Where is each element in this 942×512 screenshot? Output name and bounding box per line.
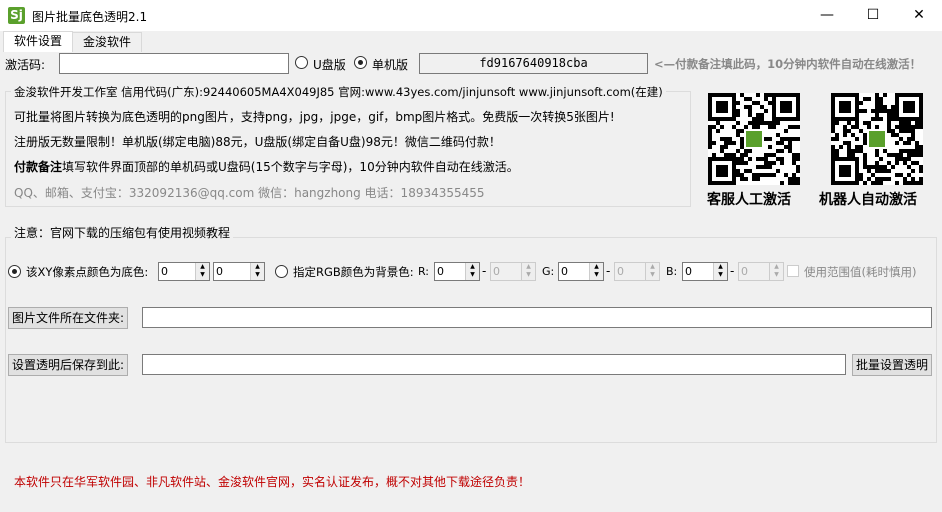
activation-code-input[interactable] (59, 53, 289, 74)
save-folder-button[interactable]: 设置透明后保存到此: (8, 354, 129, 376)
rgb-radio[interactable] (275, 265, 288, 278)
info-legend: 金浚软件开发工作室 信用代码(广东):92440605MA4X049J85 官网… (11, 84, 666, 100)
b-max-stepper[interactable]: 0 ▲ ▼ (738, 262, 784, 281)
r-min-stepper[interactable]: 0 ▲ ▼ (434, 262, 480, 281)
x-stepper[interactable]: 0 ▲ ▼ (158, 262, 210, 281)
r-max-stepper[interactable]: 0 ▲ ▼ (490, 262, 536, 281)
qr-code-robot (831, 93, 923, 185)
batch-transparent-button[interactable]: 批量设置透明 (852, 354, 933, 376)
info-line-2: 注册版无数量限制！单机版(绑定电脑)88元，U盘版(绑定自备U盘)98元！微信二… (14, 135, 501, 149)
y-stepper[interactable]: 0 ▲ ▼ (213, 262, 265, 281)
g-label: G: (542, 265, 555, 278)
rgb-label: 指定RGB颜色为背景色: (293, 265, 414, 279)
maximize-button[interactable]: ☐ (850, 0, 896, 31)
info-line-1: 可批量将图片转换为底色透明的png图片，支持png，jpg，jpge，gif，b… (14, 110, 615, 124)
app-icon: Sj (8, 7, 25, 24)
qr2-label: 机器人自动激活 (819, 192, 917, 208)
image-folder-input[interactable] (142, 307, 932, 328)
pc-version-radio[interactable] (354, 56, 367, 69)
r-label: R: (418, 265, 430, 278)
contact-info: QQ、邮箱、支付宝：332092136@qq.com 微信：hangzhong … (14, 186, 485, 200)
b-dash: - (730, 264, 735, 278)
activation-hint: <—付款备注填此码，10分钟内软件自动在线激活！ (654, 57, 922, 71)
pc-version-label: 单机版 (372, 58, 409, 72)
xy-pixel-radio[interactable] (8, 265, 21, 278)
image-folder-button[interactable]: 图片文件所在文件夹: (8, 307, 129, 329)
g-min-stepper[interactable]: 0 ▲ ▼ (558, 262, 604, 281)
xy-pixel-label: 该XY像素点颜色为底色: (26, 265, 149, 279)
activation-label: 激活码: (5, 58, 46, 72)
use-range-checkbox[interactable] (787, 265, 799, 277)
settings-legend: 注意：官网下载的压缩包有使用视频教程 (11, 224, 234, 241)
minimize-button[interactable]: — (804, 0, 850, 31)
g-dash: - (606, 264, 611, 278)
window-title: 图片批量底色透明2.1 (32, 10, 148, 24)
tab-jinjun-software[interactable]: 金浚软件 (72, 32, 143, 52)
usb-version-label: U盘版 (313, 58, 346, 72)
info-line-3: 付款备注填写软件界面顶部的单机码或U盘码(15个数字与字母)，10分钟内软件自动… (14, 160, 519, 174)
b-min-stepper[interactable]: 0 ▲ ▼ (682, 262, 728, 281)
save-folder-input[interactable] (142, 354, 846, 375)
qr-code-customer-service (708, 93, 800, 185)
machine-code-field[interactable]: fd9167640918cba (419, 53, 648, 74)
g-max-stepper[interactable]: 0 ▲ ▼ (614, 262, 660, 281)
b-label: B: (666, 265, 678, 278)
footer-notice: 本软件只在华军软件园、非凡软件站、金浚软件官网，实名认证发布，概不对其他下载途径… (14, 475, 531, 489)
use-range-label: 使用范围值(耗时慎用) (804, 265, 917, 279)
qr1-label: 客服人工激活 (707, 192, 791, 208)
tab-software-settings[interactable]: 软件设置 (3, 31, 74, 52)
r-dash: - (482, 264, 487, 278)
close-button[interactable]: ✕ (896, 0, 942, 31)
usb-version-radio[interactable] (295, 56, 308, 69)
